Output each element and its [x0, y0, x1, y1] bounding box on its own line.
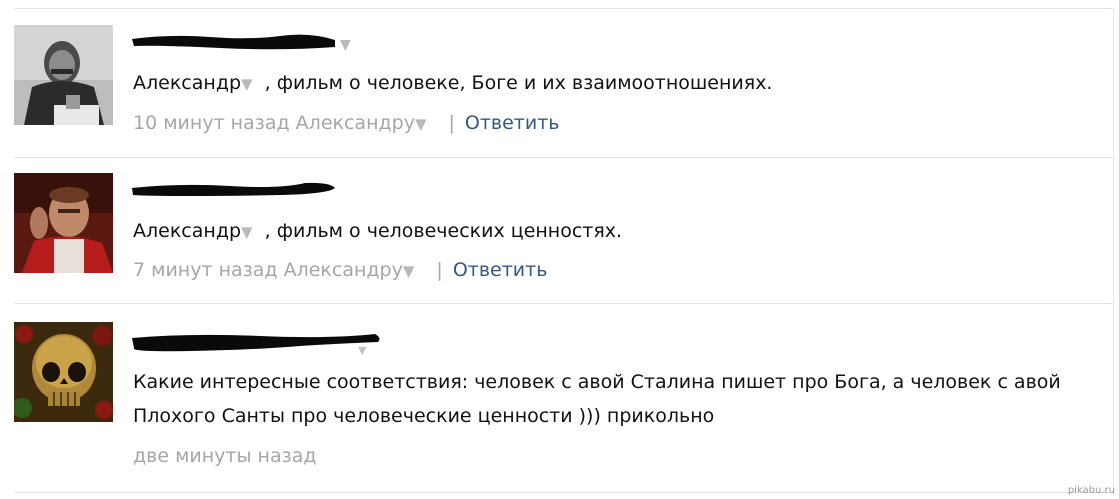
comment-meta: две минуты назад	[133, 444, 316, 468]
separator: |	[448, 112, 455, 134]
bottom-divider	[14, 492, 1114, 493]
reply-button[interactable]: Ответить	[453, 259, 548, 281]
reply-target[interactable]: Александру	[284, 259, 403, 281]
reply-to-name[interactable]: Александр	[133, 72, 241, 94]
reply-target[interactable]: Александру	[296, 112, 415, 134]
comment-text-line: Плохого Санты про человеческие ценности …	[133, 405, 715, 427]
top-divider	[14, 8, 1114, 9]
comment-text: Александр▼ , фильм о человеке, Боге и их…	[133, 71, 772, 96]
redacted-author-name: ▼	[130, 30, 360, 53]
skull-avatar[interactable]	[14, 322, 113, 422]
comment-time[interactable]: 7 минут назад	[133, 259, 278, 281]
svg-text:▼: ▼	[358, 344, 367, 357]
comment-meta: 10 минут назад Александру▼ | Ответить	[133, 111, 559, 136]
reply-button[interactable]: Ответить	[465, 112, 560, 134]
redacted-author-name: ▼	[130, 330, 390, 357]
dropdown-triangle-icon[interactable]: ▼	[403, 262, 415, 280]
svg-text:▼: ▼	[340, 37, 351, 53]
separator: |	[436, 259, 443, 281]
dropdown-triangle-icon[interactable]: ▼	[241, 223, 253, 241]
redacted-author-name	[130, 178, 340, 198]
reply-to-name[interactable]: Александр	[133, 220, 241, 242]
comment-time[interactable]: 10 минут назад	[133, 112, 290, 134]
comment-text: Александр▼ , фильм о человеческих ценнос…	[133, 219, 622, 244]
comment-meta: 7 минут назад Александру▼ | Ответить	[133, 258, 547, 283]
comment-text-line: Какие интересные соответствия: человек с…	[133, 371, 1061, 393]
bad-santa-avatar[interactable]	[14, 173, 113, 273]
stalin-portrait-avatar[interactable]	[14, 25, 113, 125]
dropdown-triangle-icon[interactable]: ▼	[241, 75, 253, 93]
comment-body: , фильм о человеческих ценностях.	[264, 220, 623, 242]
site-watermark: pikabu.ru	[1067, 485, 1115, 496]
dropdown-triangle-icon[interactable]: ▼	[415, 115, 427, 133]
right-border	[1113, 8, 1114, 494]
comment-divider	[14, 303, 1114, 304]
comment-body: , фильм о человеке, Боге и их взаимоотно…	[264, 72, 773, 94]
comment-time[interactable]: две минуты назад	[133, 445, 316, 467]
comment-divider	[14, 157, 1114, 158]
